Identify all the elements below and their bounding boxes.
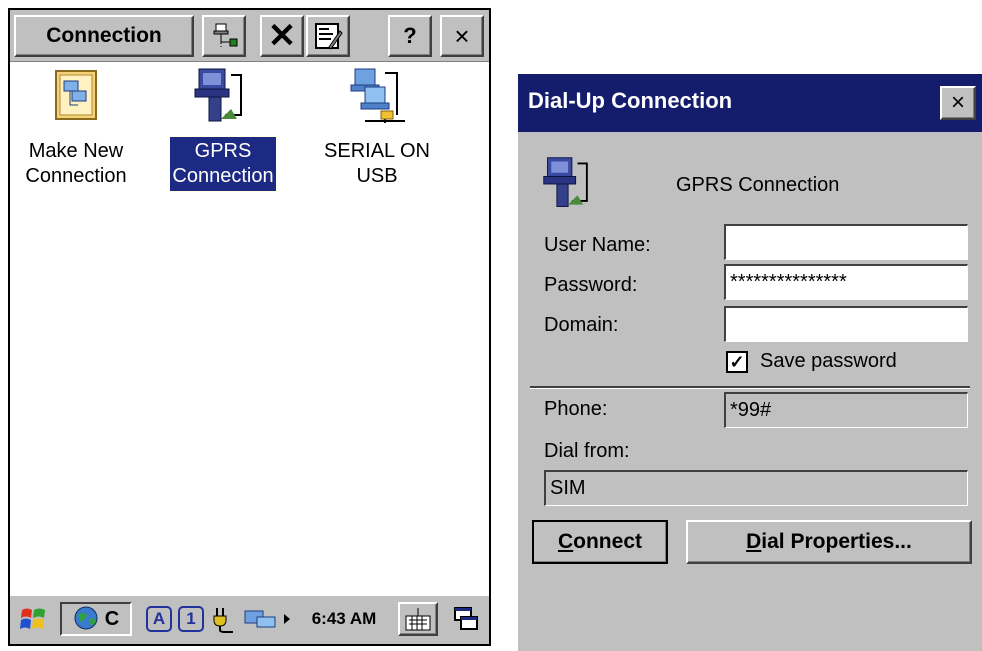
globe-icon: [74, 606, 98, 630]
keyboard-button[interactable]: [398, 602, 438, 636]
connect-button[interactable]: Connect: [532, 520, 668, 564]
user-name-label: User Name:: [544, 234, 651, 256]
dial-up-connection-dialog: Dial-Up Connection × GPRS Connection Use…: [516, 72, 982, 651]
save-password-checkbox[interactable]: ✓: [726, 351, 748, 373]
gprs-connection-icon: [540, 154, 600, 214]
taskbar-connection-app[interactable]: C: [60, 602, 132, 636]
input-mode-1-icon: 1: [178, 606, 204, 632]
gprs-connection-icon: [191, 65, 255, 129]
serial-on-usb-label: SERIAL ON USB: [324, 140, 430, 187]
serial-on-usb-icon: [345, 65, 409, 129]
windows-stack-icon: [454, 607, 478, 630]
password-field[interactable]: ***************: [724, 264, 968, 300]
divider: [530, 386, 970, 389]
power-icon[interactable]: [210, 602, 242, 636]
windows-logo-icon: [20, 608, 45, 629]
input-mode-1-button[interactable]: 1: [176, 602, 206, 636]
save-password-label[interactable]: Save password: [760, 350, 897, 373]
delete-icon: ✕: [267, 17, 297, 55]
network-icon: [213, 23, 238, 47]
dialog-titlebar: Dial-Up Connection ×: [518, 74, 982, 132]
network-status-icon[interactable]: [242, 602, 282, 636]
user-name-field[interactable]: [724, 224, 968, 260]
input-mode-a-button[interactable]: A: [144, 602, 174, 636]
clock[interactable]: 6:43 AM: [296, 602, 392, 636]
password-label: Password:: [544, 274, 638, 296]
connection-name: GPRS Connection: [676, 174, 840, 196]
help-icon: ?: [403, 23, 417, 48]
properties-icon: [315, 23, 343, 50]
checkmark-icon: ✓: [729, 352, 745, 372]
properties-button[interactable]: [306, 15, 350, 57]
domain-field[interactable]: [724, 306, 968, 342]
make-new-connection-label: Make New Connection: [25, 140, 127, 187]
keyboard-icon: [405, 608, 431, 631]
delete-button[interactable]: ✕: [260, 15, 304, 57]
serial-on-usb-item[interactable]: SERIAL ON USB: [307, 65, 447, 191]
dial-from-label: Dial from:: [544, 440, 630, 462]
close-button[interactable]: ×: [440, 15, 484, 57]
make-new-connection-item[interactable]: Make New Connection: [10, 65, 146, 191]
input-mode-a-icon: A: [146, 606, 172, 632]
network-properties-button[interactable]: [202, 15, 246, 57]
phone-field: *99#: [724, 392, 968, 428]
gprs-connection-label: GPRS Connection: [169, 136, 277, 192]
taskbar: C A 1 6:43 AM: [10, 594, 489, 644]
connection-menu-label: Connection: [46, 24, 162, 47]
help-button[interactable]: ?: [388, 15, 432, 57]
dial-properties-button[interactable]: Dial Properties...: [686, 520, 972, 564]
dialog-title: Dial-Up Connection: [528, 88, 733, 113]
domain-label: Domain:: [544, 314, 619, 336]
phone-label: Phone:: [544, 398, 608, 420]
gprs-connection-item[interactable]: GPRS Connection: [153, 65, 293, 192]
taskbar-app-label: C: [104, 607, 120, 630]
close-icon: ×: [950, 89, 965, 116]
connection-window: Connection ✕ ? × Make New Connection GPR…: [8, 8, 491, 646]
start-button[interactable]: [14, 602, 54, 636]
dial-from-field: SIM: [544, 470, 968, 506]
close-icon: ×: [454, 20, 470, 51]
dialog-close-button[interactable]: ×: [940, 86, 976, 120]
make-new-connection-icon: [44, 65, 108, 129]
tray-expand-arrow-icon[interactable]: [280, 602, 294, 636]
toolbar: Connection ✕ ? ×: [10, 10, 489, 62]
connection-menu[interactable]: Connection: [14, 15, 194, 57]
desktop-switch-button[interactable]: [446, 602, 486, 636]
